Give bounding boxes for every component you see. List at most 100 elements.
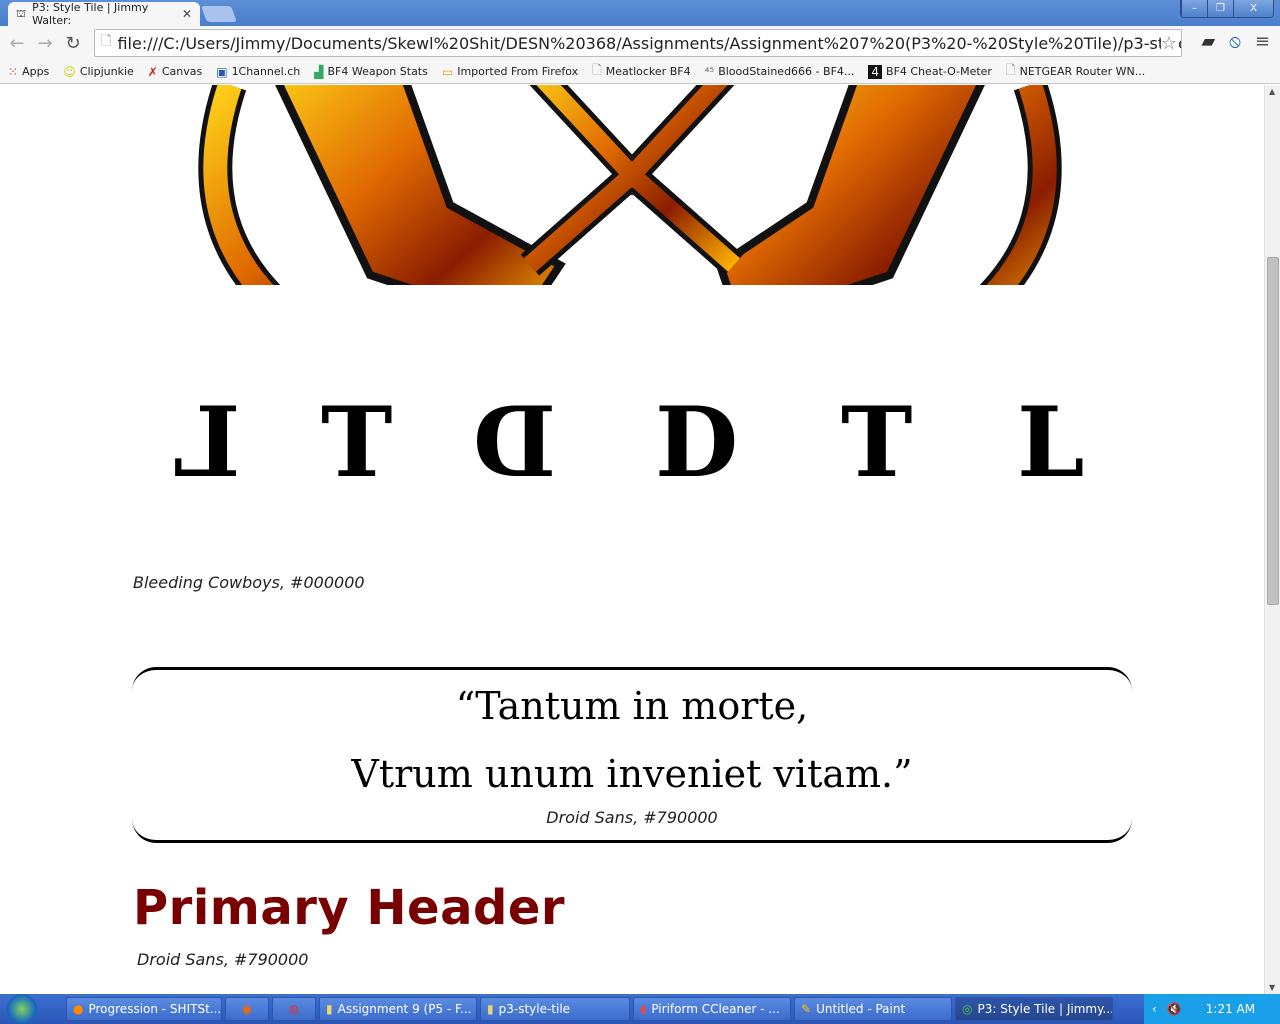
vertical-scrollbar[interactable]: ▲ ▼: [1264, 85, 1280, 994]
bookmark-label: Canvas: [161, 65, 203, 78]
logo-letter: T: [321, 386, 393, 499]
logo-letter: D: [655, 386, 739, 499]
paint-icon: ✎: [801, 1002, 812, 1016]
bookmark-label: Meatlocker BF4: [605, 65, 691, 78]
taskbar-item-paint[interactable]: ✎ Untitled - Paint: [794, 997, 952, 1021]
close-button[interactable]: X: [1233, 0, 1273, 17]
bookmark-apps[interactable]: ⁙ Apps: [8, 65, 49, 79]
windows-orb-icon: [7, 994, 37, 1024]
logo-letter: L: [1017, 386, 1085, 499]
bf-icon: ⁴⁵: [704, 64, 715, 79]
logo-letter: D: [473, 386, 557, 499]
app-icon: ◍: [288, 1002, 300, 1016]
bookmark-1channel[interactable]: ▣ 1Channel.ch: [216, 65, 300, 79]
canvas-icon: ✗: [147, 64, 158, 79]
page-content: L T D D T L Bleeding Cowboys, #000000 “T…: [0, 85, 1264, 994]
minimize-button[interactable]: –: [1181, 0, 1207, 17]
bookmark-label: BloodStained666 - BF4...: [718, 65, 855, 78]
apps-grid-icon: ⁙: [8, 64, 19, 79]
logo-letter: T: [841, 386, 913, 499]
page-icon: 🗋: [1005, 63, 1016, 77]
tab-close-icon[interactable]: ✕: [182, 7, 192, 21]
bookmark-cheat-o-meter[interactable]: 4 BF4 Cheat-O-Meter: [868, 64, 992, 79]
bookmark-label: Imported From Firefox: [457, 65, 579, 78]
taskbar-label: Progression - SHITSt...: [88, 1002, 222, 1016]
favicon-icon: ⛫: [16, 6, 27, 20]
bookmark-star-icon[interactable]: ☆: [1160, 32, 1177, 54]
address-bar[interactable]: 🗋 file:///C:/Users/Jimmy/Documents/Skewl…: [94, 29, 1182, 57]
bookmark-label: BF4 Weapon Stats: [327, 65, 428, 78]
taskbar-item-assignment9[interactable]: ▮ Assignment 9 (P5 - F...: [319, 997, 477, 1021]
forward-icon[interactable]: →: [34, 33, 56, 54]
url-text: file:///C:/Users/Jimmy/Documents/Skewl%2…: [117, 33, 1182, 53]
header-caption: Droid Sans, #790000: [137, 950, 309, 969]
taskbar-item-firefox[interactable]: ● Progression - SHITSt...: [66, 997, 222, 1021]
block-icon[interactable]: ⦸: [1229, 31, 1241, 52]
ccleaner-icon: ◖: [640, 1002, 647, 1016]
fiery-logo: [198, 85, 1062, 285]
logo-letter: L: [173, 386, 241, 499]
folder-icon: ▮: [326, 1002, 333, 1016]
title-bar: ⛫ P3: Style Tile | Jimmy Walter: ✕ – ❐ X: [0, 0, 1280, 27]
bookmark-label: 1Channel.ch: [231, 65, 301, 78]
scrollbar-thumb[interactable]: [1267, 257, 1279, 605]
browser-toolbar: ← → ↻ 🗋 file:///C:/Users/Jimmy/Documents…: [0, 26, 1280, 60]
bookmark-bloodstained[interactable]: ⁴⁵ BloodStained666 - BF4...: [705, 65, 855, 79]
bookmark-netgear[interactable]: 🗋 NETGEAR Router WN...: [1006, 61, 1145, 82]
bookmark-meatlocker[interactable]: 🗋 Meatlocker BF4: [592, 61, 690, 82]
chart-icon: ▟: [314, 64, 324, 79]
taskbar-item-ccleaner[interactable]: ◖ Piriform CCleaner - ...: [633, 997, 791, 1021]
bookmark-clipjunkie[interactable]: ☺ Clipjunkie: [63, 65, 133, 79]
scroll-down-icon[interactable]: ▼: [1269, 983, 1275, 992]
logo-letters: L T D D T L: [133, 386, 1133, 575]
extension-icon[interactable]: ▰: [1201, 31, 1215, 52]
quote-caption: Droid Sans, #790000: [546, 808, 718, 827]
folder-icon: ▭: [441, 64, 454, 79]
taskbar-label: p3-style-tile: [498, 1002, 571, 1016]
bookmarks-bar: ⁙ Apps ☺ Clipjunkie ✗ Canvas ▣ 1Channel.ch ▟…: [0, 60, 1280, 84]
bookmark-label: BF4 Cheat-O-Meter: [886, 65, 992, 78]
system-tray: ‹ 🔇 1:21 AM: [1144, 994, 1280, 1024]
clock[interactable]: 1:21 AM: [1206, 1002, 1255, 1016]
start-button[interactable]: [0, 994, 44, 1024]
taskbar-label: Assignment 9 (P5 - F...: [337, 1002, 472, 1016]
four-icon: 4: [868, 64, 883, 79]
font-caption: Bleeding Cowboys, #000000: [133, 573, 365, 592]
show-hidden-icons-icon[interactable]: ‹: [1152, 1002, 1157, 1016]
bookmark-label: Clipjunkie: [79, 65, 134, 78]
primary-header: Primary Header: [133, 880, 566, 936]
restore-button[interactable]: ❐: [1207, 0, 1233, 17]
taskbar-label: Untitled - Paint: [816, 1002, 906, 1016]
page-icon: 🗋: [592, 63, 602, 77]
back-icon[interactable]: ←: [6, 33, 28, 54]
menu-icon[interactable]: ≡: [1255, 31, 1270, 52]
bookmark-imported-folder[interactable]: ▭ Imported From Firefox: [442, 65, 578, 79]
taskbar-item-p3-style-tile[interactable]: ▮ p3-style-tile: [480, 997, 630, 1021]
tab-title: P3: Style Tile | Jimmy Walter:: [32, 1, 149, 27]
page-icon: 🗋: [101, 34, 112, 49]
film-icon: ▣: [216, 64, 228, 79]
scroll-up-icon[interactable]: ▲: [1269, 87, 1275, 96]
taskbar-item-app[interactable]: ◍: [272, 997, 316, 1021]
bookmark-label: NETGEAR Router WN...: [1019, 65, 1146, 78]
taskbar-label: P3: Style Tile | Jimmy...: [977, 1002, 1113, 1016]
quote-box: “Tantum in morte, Vtrum unum inveniet vi…: [132, 667, 1132, 843]
origin-icon: ◉: [241, 1002, 253, 1016]
smiley-icon: ☺: [63, 64, 76, 79]
volume-muted-icon[interactable]: 🔇: [1167, 1002, 1182, 1016]
folder-icon: ▮: [487, 1002, 494, 1016]
bookmark-bf4-weapon-stats[interactable]: ▟ BF4 Weapon Stats: [314, 65, 428, 79]
firefox-icon: ●: [73, 1002, 84, 1016]
taskbar-item-chrome[interactable]: ◎ P3: Style Tile | Jimmy...: [955, 997, 1113, 1021]
bookmark-canvas[interactable]: ✗ Canvas: [148, 65, 202, 79]
reload-icon[interactable]: ↻: [62, 33, 84, 54]
taskbar-label: Piriform CCleaner - ...: [651, 1002, 780, 1016]
quote-line-1: “Tantum in morte,: [455, 684, 809, 728]
browser-tab[interactable]: ⛫ P3: Style Tile | Jimmy Walter: ✕: [8, 1, 200, 27]
taskbar: ● Progression - SHITSt... ◉ ◍ ▮ Assignment…: [0, 994, 1280, 1024]
taskbar-item-origin[interactable]: ◉: [225, 997, 269, 1021]
new-tab-button[interactable]: [201, 6, 237, 22]
quote-line-2: Vtrum unum inveniet vitam.”: [351, 752, 913, 796]
bookmark-label: Apps: [22, 65, 50, 78]
chrome-icon: ◎: [962, 1002, 973, 1016]
